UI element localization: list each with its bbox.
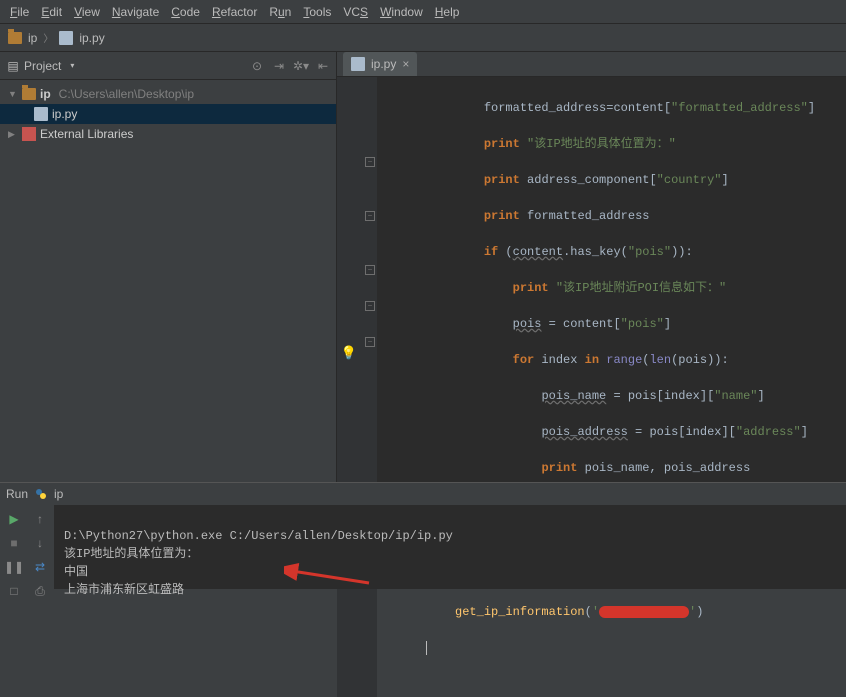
string-literal: "pois" <box>628 245 671 259</box>
run-header: Run ip <box>0 483 846 505</box>
keyword: print <box>484 173 520 187</box>
string-literal: "该IP地址的具体位置为：" <box>527 137 676 151</box>
string-literal: "formatted_address" <box>671 101 808 115</box>
up-stack-button[interactable]: ↑ <box>29 509 51 529</box>
hide-icon[interactable]: ⇤ <box>316 59 330 73</box>
pause-button[interactable]: ❚❚ <box>3 557 25 577</box>
editor-tab-label: ip.py <box>371 57 396 71</box>
keyword: print <box>513 281 549 295</box>
run-title[interactable]: Run <box>6 487 28 501</box>
collapse-all-icon[interactable]: ⇥ <box>272 59 286 73</box>
project-tree: ▼ ip C:\Users\allen\Desktop\ip ip.py ▶ E… <box>0 80 336 148</box>
console-output[interactable]: D:\Python27\python.exe C:/Users/allen/De… <box>54 505 846 590</box>
run-body: ▶ ↑ ■ ↓ ❚❚ ⇄ □ ⎙ D:\Python27\python.exe … <box>0 505 846 590</box>
python-file-icon <box>34 107 48 121</box>
editor-area: ip.py × − − − − − 💡 formatted_address=co… <box>337 52 846 482</box>
close-button[interactable]: □ <box>3 581 25 601</box>
fold-marker[interactable]: − <box>365 265 375 275</box>
chevron-down-icon[interactable]: ▼ <box>8 89 18 99</box>
keyword: for <box>513 353 535 367</box>
project-panel: ▤ Project ▾ ⊙ ⇥ ✲▾ ⇤ ▼ ip C:\Users\allen… <box>0 52 337 482</box>
python-icon <box>34 487 48 501</box>
breadcrumb-project[interactable]: ip <box>28 31 37 45</box>
menu-help[interactable]: Help <box>429 5 466 19</box>
menu-code[interactable]: Code <box>165 5 206 19</box>
fold-marker[interactable]: − <box>365 157 375 167</box>
run-config-name[interactable]: ip <box>54 487 63 501</box>
down-stack-button[interactable]: ↓ <box>29 533 51 553</box>
tree-file-name: ip.py <box>52 107 77 121</box>
editor-body: − − − − − 💡 formatted_address=content["f… <box>337 77 846 697</box>
keyword: in <box>585 353 599 367</box>
caret <box>426 641 427 655</box>
breadcrumb-separator: 〉 <box>43 30 53 45</box>
redacted-argument <box>599 606 689 618</box>
menu-edit[interactable]: Edit <box>35 5 68 19</box>
library-icon <box>22 127 36 141</box>
print-button[interactable]: ⎙ <box>29 581 51 601</box>
string-literal: "address" <box>736 425 801 439</box>
menu-window[interactable]: Window <box>374 5 429 19</box>
folder-icon <box>22 88 36 100</box>
folder-icon <box>8 32 22 44</box>
editor-tab[interactable]: ip.py × <box>343 52 417 76</box>
console-line: 上海市浦东新区虹盛路 <box>64 583 184 597</box>
menu-tools[interactable]: Tools <box>297 5 337 19</box>
fold-marker[interactable]: − <box>365 337 375 347</box>
main-area: ▤ Project ▾ ⊙ ⇥ ✲▾ ⇤ ▼ ip C:\Users\allen… <box>0 52 846 482</box>
scroll-from-source-icon[interactable]: ⊙ <box>250 59 264 73</box>
menu-refactor[interactable]: Refactor <box>206 5 263 19</box>
stop-button[interactable]: ■ <box>3 533 25 553</box>
project-view-icon[interactable]: ▤ <box>6 59 20 73</box>
breadcrumb-file[interactable]: ip.py <box>79 31 104 45</box>
menu-bar: File Edit View Navigate Code Refactor Ru… <box>0 0 846 24</box>
menu-navigate[interactable]: Navigate <box>106 5 165 19</box>
function-call: get_ip_information <box>455 605 585 619</box>
tree-root-path: C:\Users\allen\Desktop\ip <box>59 87 194 101</box>
tree-file[interactable]: ip.py <box>0 104 336 124</box>
editor-tabs: ip.py × <box>337 52 846 77</box>
intention-bulb-icon[interactable]: 💡 <box>341 345 357 361</box>
keyword: print <box>484 209 520 223</box>
console-line: 该IP地址的具体位置为： <box>64 547 198 561</box>
gutter[interactable]: − − − − − 💡 <box>337 77 377 697</box>
console-cmd: D:\Python27\python.exe C:/Users/allen/De… <box>64 529 453 543</box>
python-file-icon <box>59 31 73 45</box>
python-file-icon <box>351 57 365 71</box>
fold-marker[interactable]: − <box>365 301 375 311</box>
tree-external-libraries[interactable]: ▶ External Libraries <box>0 124 336 144</box>
project-title[interactable]: Project <box>24 59 61 73</box>
breadcrumb: ip 〉 ip.py <box>0 24 846 52</box>
string-literal: "country" <box>657 173 722 187</box>
keyword: print <box>484 137 520 151</box>
tree-external-label: External Libraries <box>40 127 133 141</box>
settings-icon[interactable]: ✲▾ <box>294 59 308 73</box>
project-toolbar: ▤ Project ▾ ⊙ ⇥ ✲▾ ⇤ <box>0 52 336 80</box>
string-literal: "该IP地址附近POI信息如下：" <box>556 281 726 295</box>
menu-view[interactable]: View <box>68 5 106 19</box>
code-editor[interactable]: formatted_address=content["formatted_add… <box>377 77 846 697</box>
string-literal: "pois" <box>621 317 664 331</box>
menu-file[interactable]: File <box>4 5 35 19</box>
rerun-button[interactable]: ▶ <box>3 509 25 529</box>
tree-root-name: ip <box>40 87 51 101</box>
run-toolbar: ▶ ↑ ■ ↓ ❚❚ ⇄ □ ⎙ <box>0 505 54 590</box>
fold-marker[interactable]: − <box>365 211 375 221</box>
chevron-right-icon[interactable]: ▶ <box>8 129 18 140</box>
console-line: 中国 <box>64 565 88 579</box>
tree-root[interactable]: ▼ ip C:\Users\allen\Desktop\ip <box>0 84 336 104</box>
menu-vcs[interactable]: VCS <box>337 5 374 19</box>
soft-wrap-button[interactable]: ⇄ <box>29 557 51 577</box>
close-icon[interactable]: × <box>402 57 409 71</box>
string-literal: "name" <box>714 389 757 403</box>
menu-run[interactable]: Run <box>263 5 297 19</box>
run-panel: Run ip ▶ ↑ ■ ↓ ❚❚ ⇄ □ ⎙ D:\Python27\pyth… <box>0 482 846 589</box>
dropdown-icon[interactable]: ▾ <box>65 59 79 73</box>
keyword: if <box>484 245 498 259</box>
keyword: print <box>541 461 577 475</box>
